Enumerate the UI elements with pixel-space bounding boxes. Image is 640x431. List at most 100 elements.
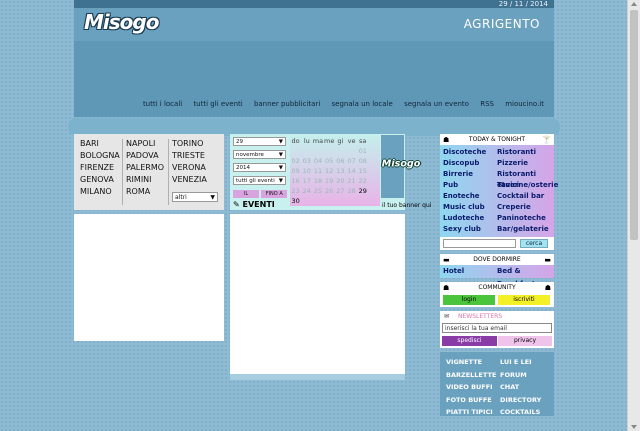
fun-link[interactable]: FOTO BUFFE <box>446 394 500 407</box>
calendar-day[interactable]: 11 <box>312 166 323 176</box>
city-link[interactable]: VERONA <box>172 163 216 175</box>
scroll-down-arrow-icon[interactable] <box>631 425 637 429</box>
calendar-day[interactable]: 09 <box>290 166 301 176</box>
calendar-day[interactable]: 07 <box>346 156 357 166</box>
link-rss[interactable]: RSS <box>480 100 494 108</box>
calendar-day[interactable]: 27 <box>335 186 346 196</box>
city-link[interactable]: TORINO <box>172 139 216 151</box>
other-cities-select[interactable]: altri ▼ <box>172 192 218 202</box>
calendar-day[interactable]: 23 <box>290 186 301 196</box>
link-all-venues[interactable]: tutti i locali <box>143 100 182 108</box>
calendar-day[interactable]: 20 <box>335 176 346 186</box>
calendar-day[interactable]: 14 <box>346 166 357 176</box>
link-report-event[interactable]: segnala un evento <box>404 100 469 108</box>
city-link[interactable]: NAPOLI <box>126 139 170 151</box>
city-link[interactable]: MILANO <box>80 187 124 199</box>
city-link[interactable]: VENEZIA <box>172 175 216 187</box>
category-link[interactable]: Paninoteche <box>497 213 551 224</box>
calendar-day[interactable]: 01 <box>357 146 368 156</box>
calendar-day[interactable]: 02 <box>290 156 301 166</box>
category-link[interactable]: Discoteche <box>443 147 497 158</box>
city-link[interactable]: BOLOGNA <box>80 151 124 163</box>
city-link[interactable]: PALERMO <box>126 163 170 175</box>
link-all-events[interactable]: tutti gli eventi <box>193 100 242 108</box>
month-select[interactable]: novembre ▼ <box>233 150 286 159</box>
calendar-day[interactable]: 24 <box>301 186 312 196</box>
bnb-link[interactable]: Bed & Breakfast <box>497 265 551 288</box>
category-link[interactable]: Sexy club <box>443 224 497 235</box>
signup-button[interactable]: iscriviti <box>498 295 550 305</box>
city-link[interactable]: TRIESTE <box>172 151 216 163</box>
calendar-day[interactable]: 05 <box>324 156 335 166</box>
city-link[interactable]: GENOVA <box>80 175 124 187</box>
calendar-day[interactable]: 26 <box>324 186 335 196</box>
calendar-day[interactable]: 12 <box>324 166 335 176</box>
fun-link[interactable]: FORUM <box>500 369 554 382</box>
city-link[interactable]: RIMINI <box>126 175 170 187</box>
fun-link[interactable]: CHAT <box>500 381 554 394</box>
calendar-day[interactable]: 18 <box>312 176 323 186</box>
category-link[interactable]: Birrerie <box>443 169 497 180</box>
category-link[interactable]: Creperie <box>497 202 551 213</box>
calendar-day[interactable]: 03 <box>301 156 312 166</box>
privacy-button[interactable]: privacy <box>498 336 552 346</box>
category-link[interactable]: Ristoranti <box>497 147 551 158</box>
calendar-day[interactable]: 17 <box>301 176 312 186</box>
category-link[interactable]: Pub <box>443 180 497 191</box>
calendar-day[interactable]: 25 <box>312 186 323 196</box>
calendar-day[interactable]: 10 <box>301 166 312 176</box>
site-logo[interactable]: Misogo <box>84 10 159 34</box>
event-type-select[interactable]: tutti gli eventi ▼ <box>233 176 286 185</box>
fun-link[interactable]: VIDEO BUFFI <box>446 381 500 394</box>
calendar-day[interactable]: 04 <box>312 156 323 166</box>
category-link[interactable]: Taverne/osterie <box>497 180 558 191</box>
search-input[interactable] <box>443 239 516 248</box>
calendar-day[interactable]: 08 <box>357 156 368 166</box>
link-partner[interactable]: mioucino.it <box>505 100 544 108</box>
calendar-day[interactable]: 13 <box>335 166 346 176</box>
fun-link[interactable]: COCKTAILS <box>500 406 554 419</box>
category-link[interactable]: Discopub <box>443 158 497 169</box>
city-link[interactable]: PADOVA <box>126 151 170 163</box>
category-link[interactable]: Music club <box>443 202 497 213</box>
from-button[interactable]: IL <box>233 190 259 198</box>
to-button[interactable]: FINO A <box>261 190 288 198</box>
fun-link[interactable]: PIATTI TIPICI <box>446 406 500 419</box>
newsletter-email-input[interactable]: inserisci la tua email <box>442 323 552 333</box>
calendar-day[interactable]: 15 <box>357 166 368 176</box>
page-scrollbar[interactable] <box>627 0 640 431</box>
calendar-day[interactable]: 16 <box>290 176 301 186</box>
category-link[interactable]: Cocktail bar <box>497 191 551 202</box>
login-button[interactable]: login <box>443 295 495 305</box>
link-banners[interactable]: banner pubblicitari <box>254 100 320 108</box>
calendar-day[interactable]: 06 <box>335 156 346 166</box>
scroll-up-arrow-icon[interactable] <box>631 2 637 6</box>
calendar-day[interactable]: 22 <box>357 176 368 186</box>
city-link[interactable]: BARI <box>80 139 124 151</box>
category-link[interactable]: Ristoranti etnici <box>497 169 551 189</box>
fun-link[interactable]: DIRECTORY <box>500 394 554 407</box>
calendar-day[interactable]: 21 <box>346 176 357 186</box>
category-link[interactable]: Enoteche <box>443 191 497 202</box>
banner-ad[interactable]: Misogo <box>381 135 420 198</box>
category-link[interactable]: Pizzerie <box>497 158 551 169</box>
category-link[interactable]: Bar/gelaterie <box>497 224 551 235</box>
newsletter-send-button[interactable]: spedisci <box>442 336 497 346</box>
calendar-day[interactable]: 28 <box>346 186 357 196</box>
city-link[interactable]: ROMA <box>126 187 170 199</box>
fun-link[interactable]: VIGNETTE <box>446 356 500 369</box>
link-report-venue[interactable]: segnala un locale <box>332 100 393 108</box>
scrollbar-thumb[interactable] <box>630 10 638 240</box>
hotel-link[interactable]: Hotel <box>443 265 497 278</box>
banner-label[interactable]: il tuo banner qui <box>382 202 431 209</box>
category-link[interactable]: Ludoteche <box>443 213 497 224</box>
city-link[interactable]: FIRENZE <box>80 163 124 175</box>
day-select[interactable]: 29 ▼ <box>233 137 286 146</box>
fun-link[interactable]: BARZELLETTE <box>446 369 500 382</box>
calendar-day[interactable]: 30 <box>290 196 301 206</box>
fun-link[interactable]: LUI E LEI <box>500 356 554 369</box>
search-button[interactable]: cerca <box>520 239 548 248</box>
calendar-day[interactable]: 19 <box>324 176 335 186</box>
year-select[interactable]: 2014 ▼ <box>233 163 286 172</box>
calendar-day[interactable]: 29 <box>357 186 368 196</box>
